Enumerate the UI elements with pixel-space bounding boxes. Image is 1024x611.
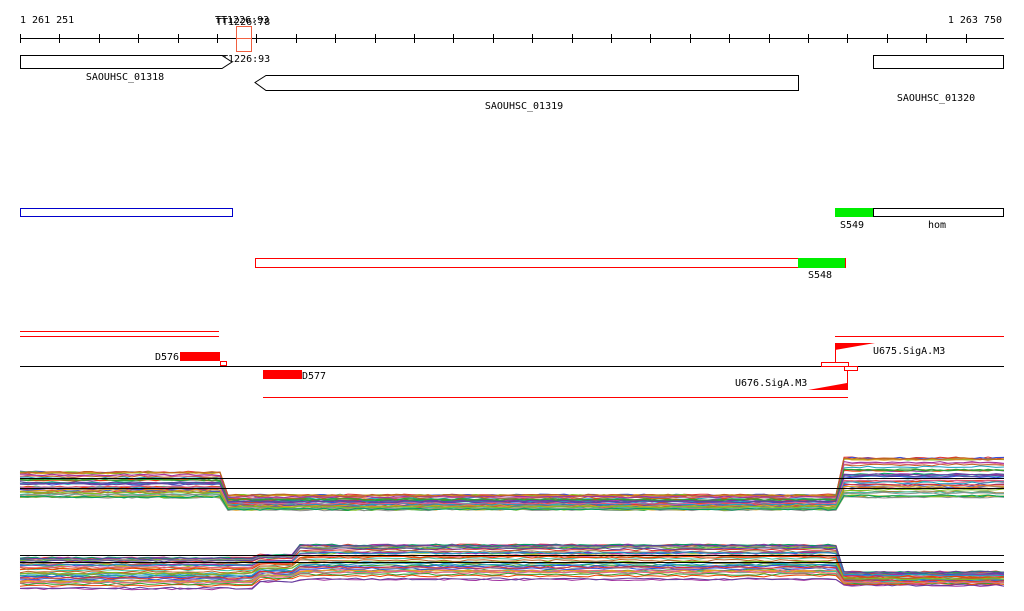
label-s549: S549 xyxy=(840,220,864,231)
svg-text:SAOUHSC_01320: SAOUHSC_01320 xyxy=(897,93,975,104)
label-hom: hom xyxy=(928,220,946,231)
label-u676: U676.SigA.M3 xyxy=(735,378,807,389)
feature-blue[interactable] xyxy=(20,208,233,217)
expression-profiles-bottom xyxy=(19,543,1005,591)
genome-track-view: 1 261 251 1 263 750 TT1226:93 TT1226:78 … xyxy=(19,15,1005,591)
genome-browser: 1 261 251 1 263 750 TT1226:93 TT1226:78 … xyxy=(0,0,1024,611)
gene-saouhsc-01319[interactable]: SAOUHSC_01319 xyxy=(254,75,799,113)
label-d576: D576 xyxy=(155,352,179,363)
gene-saouhsc-01320[interactable]: SAOUHSC_01320 xyxy=(873,55,1004,105)
label-d577: D577 xyxy=(302,371,326,382)
axis-start-label: 1 261 251 xyxy=(20,15,74,26)
feature-s548[interactable] xyxy=(798,258,845,268)
feature-u675[interactable] xyxy=(835,343,875,350)
label-u675: U675.SigA.M3 xyxy=(873,346,945,357)
feature-d576[interactable] xyxy=(180,352,220,361)
feature-d577[interactable] xyxy=(263,370,302,379)
svg-text:SAOUHSC_01319: SAOUHSC_01319 xyxy=(485,101,563,112)
label-s548: S548 xyxy=(808,270,832,281)
feature-red-span[interactable] xyxy=(255,258,846,268)
gene-saouhsc-01318[interactable]: SAOUHSC_01318 xyxy=(20,55,233,84)
feature-s549[interactable] xyxy=(835,208,873,217)
feature-hom[interactable] xyxy=(873,208,1004,217)
expression-profiles-top xyxy=(19,456,1005,512)
axis-end-label: 1 263 750 xyxy=(948,15,1002,26)
feature-u676[interactable] xyxy=(808,383,847,390)
svg-text:SAOUHSC_01318: SAOUHSC_01318 xyxy=(86,72,164,83)
